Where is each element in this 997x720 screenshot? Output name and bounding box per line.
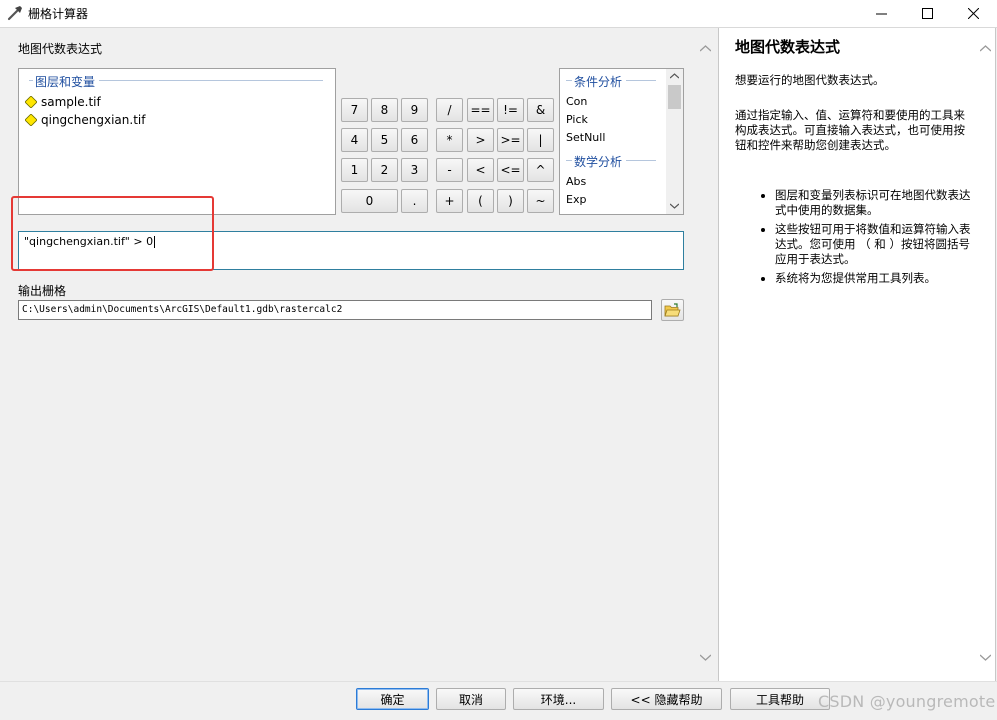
calc-button-0[interactable]: 0 xyxy=(341,189,398,213)
calc-button-or[interactable]: | xyxy=(527,128,554,152)
scroll-up-arrow-icon[interactable] xyxy=(980,45,991,52)
tool-item-pick[interactable]: Pick xyxy=(566,113,588,126)
layers-variables-list[interactable]: 图层和变量 sample.tif qingchengxian.tif xyxy=(18,68,336,215)
minimize-button[interactable] xyxy=(858,0,904,26)
title-bar: 栅格计算器 xyxy=(0,0,997,28)
minimize-icon xyxy=(875,13,887,14)
ok-button[interactable]: 确定 xyxy=(356,688,429,710)
environments-button[interactable]: 环境... xyxy=(513,688,604,710)
output-raster-label: 输出栅格 xyxy=(18,284,67,298)
calc-button-divide[interactable]: / xyxy=(436,98,463,122)
expression-value: "qingchengxian.tif" > 0 xyxy=(24,235,154,248)
scroll-down-arrow-icon[interactable] xyxy=(670,203,679,209)
calc-button-multiply[interactable]: * xyxy=(436,128,463,152)
expression-label: 地图代数表达式 xyxy=(18,42,103,56)
tool-item-setnull[interactable]: SetNull xyxy=(566,131,605,144)
tools-list-scroll-thumb[interactable] xyxy=(668,85,681,109)
calc-button-open-paren[interactable]: ( xyxy=(467,189,494,213)
scroll-up-arrow-icon[interactable] xyxy=(670,73,679,79)
watermark: CSDN @youngremote xyxy=(818,692,996,711)
cancel-button[interactable]: 取消 xyxy=(436,688,506,710)
maximize-icon xyxy=(921,7,933,19)
calc-button-5[interactable]: 5 xyxy=(371,128,398,152)
layer-item[interactable]: sample.tif xyxy=(25,93,101,111)
expression-text: "qingchengxian.tif" > 0 xyxy=(24,235,156,248)
layer-label: qingchengxian.tif xyxy=(41,113,146,127)
calc-button-greater[interactable]: > xyxy=(467,128,494,152)
help-intro: 想要运行的地图代数表达式。 xyxy=(735,73,885,87)
calc-button-9[interactable]: 9 xyxy=(401,98,428,122)
close-icon xyxy=(967,7,979,19)
help-paragraph: 通过指定输入、值、运算符和要使用的工具来构成表达式。可直接输入表达式，也可使用按… xyxy=(735,108,965,152)
calc-button-power[interactable]: ^ xyxy=(527,158,554,182)
calc-button-decimal[interactable]: . xyxy=(401,189,428,213)
calc-button-plus[interactable]: + xyxy=(436,189,463,213)
calc-button-less-equal[interactable]: <= xyxy=(497,158,524,182)
expression-input[interactable]: "qingchengxian.tif" > 0 xyxy=(18,231,684,270)
calc-button-minus[interactable]: - xyxy=(436,158,463,182)
help-bullet: 系统将为您提供常用工具列表。 xyxy=(775,271,971,286)
calc-button-close-paren[interactable]: ) xyxy=(497,189,524,213)
calc-button-and[interactable]: & xyxy=(527,98,554,122)
raster-layer-icon xyxy=(25,114,37,126)
parameters-scrollbar[interactable] xyxy=(697,28,714,681)
tools-list[interactable]: 条件分析 Con Pick SetNull 数学分析 Abs Exp xyxy=(559,68,684,215)
close-button[interactable] xyxy=(950,0,996,26)
help-pane: 地图代数表达式 想要运行的地图代数表达式。 通过指定输入、值、运算符和要使用的工… xyxy=(718,28,996,681)
tools-list-scrollbar[interactable] xyxy=(666,69,683,214)
raster-calculator-icon xyxy=(7,6,22,21)
tool-help-button[interactable]: 工具帮助 xyxy=(730,688,830,710)
calc-button-8[interactable]: 8 xyxy=(371,98,398,122)
tool-item-exp[interactable]: Exp xyxy=(566,193,586,206)
calc-button-equal[interactable]: == xyxy=(467,98,494,122)
layers-group-title: 图层和变量 xyxy=(33,73,100,90)
layer-item[interactable]: qingchengxian.tif xyxy=(25,111,145,129)
scroll-up-arrow-icon[interactable] xyxy=(700,45,711,52)
calc-button-less[interactable]: < xyxy=(467,158,494,182)
text-caret xyxy=(154,236,156,248)
tool-item-abs[interactable]: Abs xyxy=(566,175,586,188)
help-bullet: 图层和变量列表标识可在地图代数表达式中使用的数据集。 xyxy=(775,188,971,218)
calc-button-3[interactable]: 3 xyxy=(401,158,428,182)
open-folder-icon xyxy=(664,303,681,317)
help-bullet-list: 图层和变量列表标识可在地图代数表达式中使用的数据集。 这些按钮可用于将数值和运算… xyxy=(757,188,971,290)
calc-button-1[interactable]: 1 xyxy=(341,158,368,182)
layer-label: sample.tif xyxy=(41,95,101,109)
browse-button[interactable] xyxy=(661,299,684,321)
calc-button-4[interactable]: 4 xyxy=(341,128,368,152)
math-group-title: 数学分析 xyxy=(572,153,627,170)
help-scrollbar[interactable] xyxy=(977,28,994,679)
hide-help-button[interactable]: << 隐藏帮助 xyxy=(611,688,722,710)
scroll-down-arrow-icon[interactable] xyxy=(700,654,711,661)
output-raster-field[interactable]: C:\Users\admin\Documents\ArcGIS\Default1… xyxy=(18,300,652,320)
calc-button-2[interactable]: 2 xyxy=(371,158,398,182)
help-bullet: 这些按钮可用于将数值和运算符输入表达式。您可使用 （ 和 ）按钮将圆括号应用于表… xyxy=(775,222,971,267)
tool-item-con[interactable]: Con xyxy=(566,95,587,108)
conditional-group-title: 条件分析 xyxy=(572,73,627,90)
help-title: 地图代数表达式 xyxy=(735,38,841,56)
calc-button-not-equal[interactable]: != xyxy=(497,98,524,122)
calc-button-7[interactable]: 7 xyxy=(341,98,368,122)
scroll-down-arrow-icon[interactable] xyxy=(980,654,991,661)
window-title: 栅格计算器 xyxy=(28,7,89,21)
calc-button-greater-equal[interactable]: >= xyxy=(497,128,524,152)
maximize-button[interactable] xyxy=(904,0,950,26)
calc-button-not[interactable]: ~ xyxy=(527,189,554,213)
calc-button-6[interactable]: 6 xyxy=(401,128,428,152)
raster-layer-icon xyxy=(25,96,37,108)
